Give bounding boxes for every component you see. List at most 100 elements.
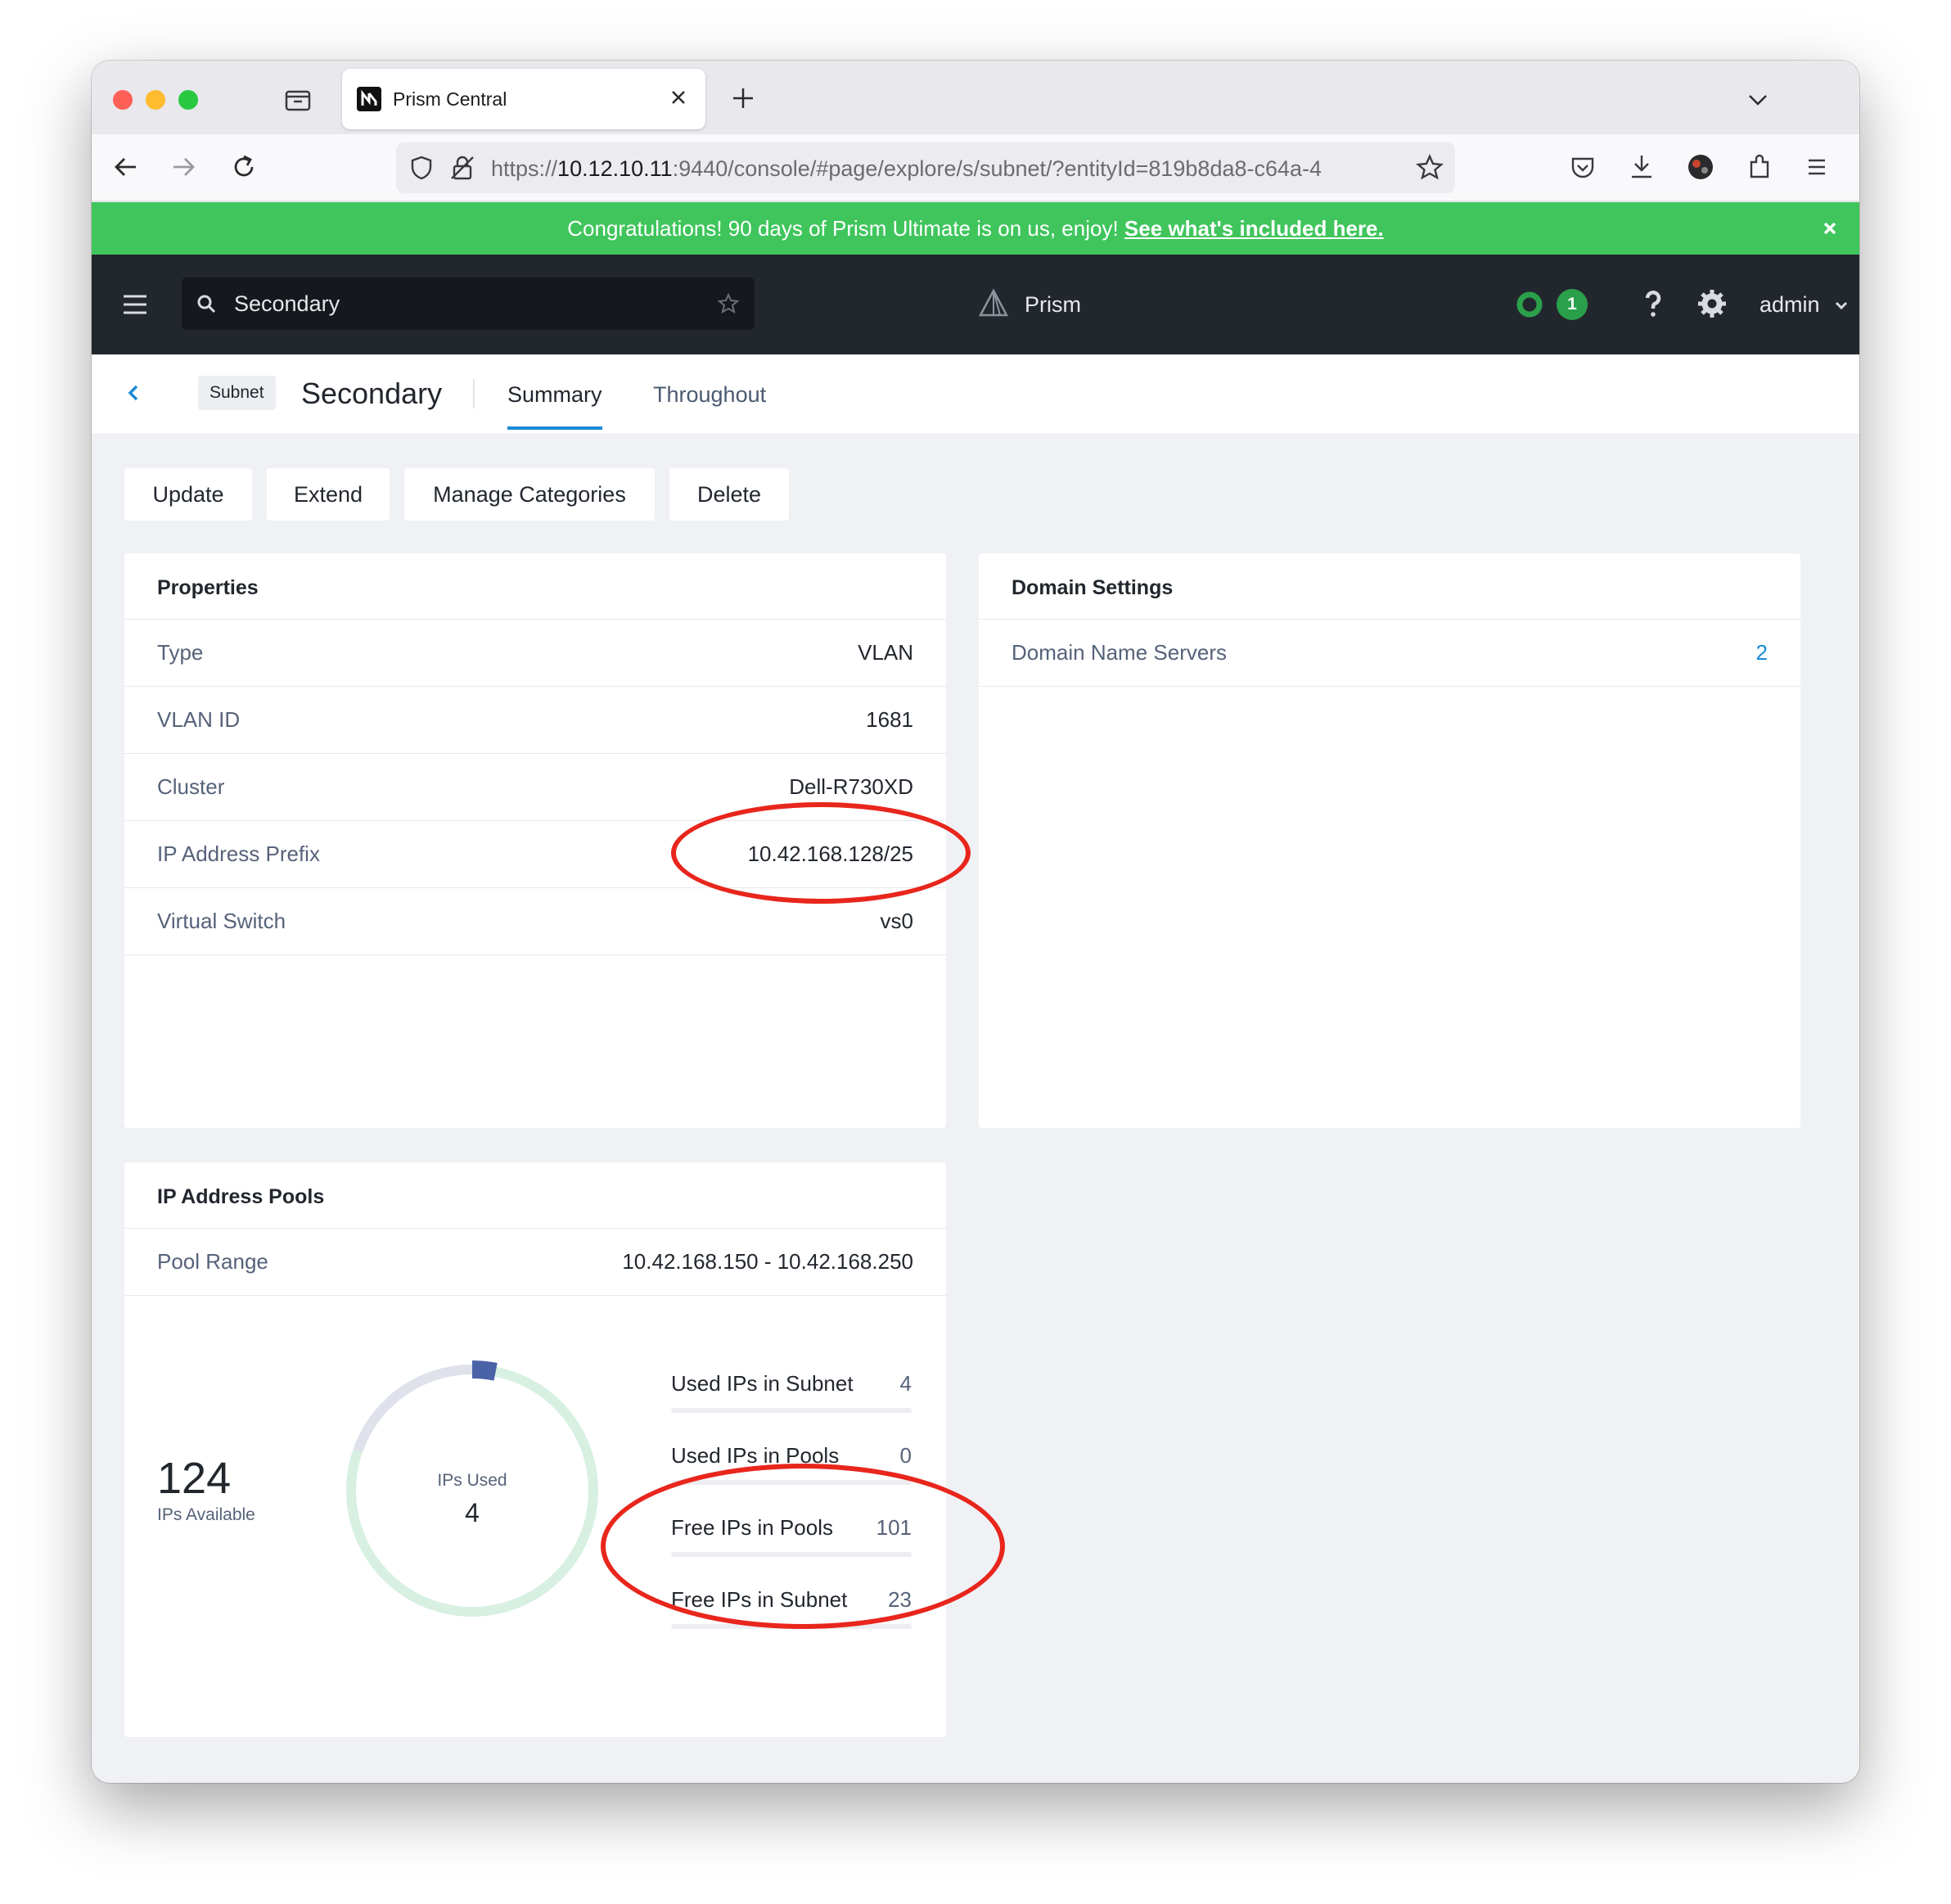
hamburger-menu-icon[interactable]	[121, 291, 149, 318]
stat-row: Free IPs in Pools 101	[671, 1500, 912, 1572]
property-value: 10.42.168.128/25	[747, 841, 913, 866]
properties-card: Properties Type VLAN VLAN ID 1681 Cluste…	[124, 553, 946, 1128]
stat-label: Free IPs in Pools	[671, 1515, 833, 1540]
star-icon[interactable]	[717, 292, 740, 315]
lock-icon[interactable]	[448, 154, 476, 182]
update-button[interactable]: Update	[124, 468, 252, 521]
extend-button[interactable]: Extend	[267, 468, 390, 521]
search-input[interactable]	[234, 289, 692, 318]
back-chevron-icon[interactable]	[121, 381, 146, 405]
stat-label: Used IPs in Subnet	[671, 1371, 854, 1396]
shield-icon[interactable]	[408, 154, 435, 182]
stat-label: Free IPs in Subnet	[671, 1587, 848, 1612]
tab-summary[interactable]: Summary	[507, 381, 602, 408]
entity-type-badge: Subnet	[198, 376, 276, 410]
manage-categories-button[interactable]: Manage Categories	[404, 468, 655, 521]
chevron-down-icon[interactable]	[1741, 83, 1774, 116]
property-row: Pool Range 10.42.168.150 - 10.42.168.250	[124, 1229, 946, 1296]
account-avatar-icon[interactable]	[1683, 149, 1719, 185]
banner-message: Congratulations! 90 days of Prism Ultima…	[567, 216, 1384, 241]
pocket-icon[interactable]	[1565, 149, 1601, 185]
new-tab-icon[interactable]	[727, 82, 759, 115]
maximize-window-button[interactable]	[178, 90, 198, 110]
close-tab-icon[interactable]	[665, 83, 692, 111]
card-title: Domain Settings	[1012, 576, 1174, 599]
user-menu[interactable]: admin	[1760, 291, 1820, 318]
search-icon	[197, 295, 216, 314]
stat-value: 23	[888, 1587, 912, 1612]
stat-bar	[671, 1552, 912, 1557]
gear-icon[interactable]	[1696, 287, 1728, 320]
property-label: IP Address Prefix	[157, 841, 320, 866]
divider	[473, 379, 475, 408]
stat-bar	[671, 1624, 912, 1629]
close-icon[interactable]	[1818, 217, 1841, 240]
close-window-button[interactable]	[113, 90, 133, 110]
stat-row: Used IPs in Subnet 4	[671, 1356, 912, 1428]
property-row: VLAN ID 1681	[124, 687, 946, 754]
browser-navbar: https://10.12.10.11:9440/console/#page/e…	[92, 134, 1859, 201]
stat-value: 101	[876, 1515, 912, 1540]
prism-logo-icon	[978, 288, 1009, 317]
tab-strip: Prism Central	[92, 61, 1859, 134]
stat-row: Used IPs in Pools 0	[671, 1428, 912, 1500]
help-icon[interactable]	[1637, 287, 1669, 320]
entity-name: Secondary	[301, 377, 443, 410]
url-bar[interactable]: https://10.12.10.11:9440/console/#page/e…	[396, 142, 1455, 193]
tab-title: Prism Central	[393, 88, 507, 110]
ip-pools-card: IP Address Pools Pool Range 10.42.168.15…	[124, 1162, 946, 1737]
property-label: Pool Range	[157, 1249, 268, 1274]
stat-label: Used IPs in Pools	[671, 1443, 840, 1468]
download-icon[interactable]	[1624, 149, 1660, 185]
card-title: IP Address Pools	[157, 1185, 325, 1208]
property-value: vs0	[880, 909, 913, 933]
tab-manager-icon[interactable]	[283, 85, 313, 115]
stat-bar	[671, 1408, 912, 1413]
entity-header: Subnet Secondary Summary Throughout	[92, 354, 1859, 433]
property-row: Virtual Switch vs0	[124, 888, 946, 955]
ips-available-count: 124	[157, 1454, 232, 1503]
stat-bar	[671, 1480, 912, 1485]
chevron-down-icon[interactable]	[1833, 297, 1850, 314]
forward-arrow-icon[interactable]	[165, 149, 201, 185]
back-arrow-icon[interactable]	[108, 149, 144, 185]
app-name: Prism	[1025, 292, 1081, 317]
reload-icon[interactable]	[226, 149, 262, 185]
search-box[interactable]	[182, 277, 755, 330]
browser-tab[interactable]: Prism Central	[342, 69, 705, 129]
domain-settings-card: Domain Settings Domain Name Servers 2	[979, 553, 1800, 1128]
property-value: 10.42.168.150 - 10.42.168.250	[622, 1249, 913, 1274]
health-status-icon[interactable]	[1516, 291, 1543, 318]
property-label: VLAN ID	[157, 707, 241, 732]
property-row: Cluster Dell-R730XD	[124, 754, 946, 821]
property-label: Cluster	[157, 774, 225, 799]
ips-used-label: IPs Used	[437, 1471, 507, 1490]
property-value: Dell-R730XD	[789, 774, 913, 799]
domain-servers-link[interactable]: 2	[1756, 639, 1768, 665]
nutanix-favicon-icon	[357, 87, 381, 111]
browser-window: Prism Central https://10.12.10.11:9440/c…	[92, 61, 1859, 1783]
tab-throughout[interactable]: Throughout	[653, 381, 766, 408]
prism-header: Prism 1 admin	[92, 255, 1859, 354]
minimize-window-button[interactable]	[146, 90, 165, 110]
banner-link[interactable]: See what's included here.	[1124, 216, 1384, 241]
url-text[interactable]: https://10.12.10.11:9440/console/#page/e…	[491, 156, 1367, 182]
stat-value: 0	[899, 1443, 912, 1468]
alert-count-badge[interactable]: 1	[1557, 289, 1588, 320]
property-label: Virtual Switch	[157, 909, 286, 933]
bookmark-star-icon[interactable]	[1414, 152, 1445, 183]
extensions-icon[interactable]	[1741, 149, 1778, 185]
property-row: Domain Name Servers 2	[979, 620, 1800, 687]
property-row: IP Address Prefix 10.42.168.128/25	[124, 821, 946, 888]
delete-button[interactable]: Delete	[669, 468, 789, 521]
card-title: Properties	[157, 576, 259, 599]
ips-available-label: IPs Available	[157, 1505, 255, 1524]
property-value: VLAN	[858, 640, 913, 665]
promo-banner: Congratulations! 90 days of Prism Ultima…	[92, 202, 1859, 255]
stat-value: 4	[899, 1371, 912, 1396]
property-label: Domain Name Servers	[1012, 640, 1227, 665]
menu-icon[interactable]	[1799, 149, 1835, 185]
property-row: Type VLAN	[124, 620, 946, 687]
ips-used-count: 4	[465, 1498, 480, 1527]
active-tab-indicator	[507, 426, 602, 430]
